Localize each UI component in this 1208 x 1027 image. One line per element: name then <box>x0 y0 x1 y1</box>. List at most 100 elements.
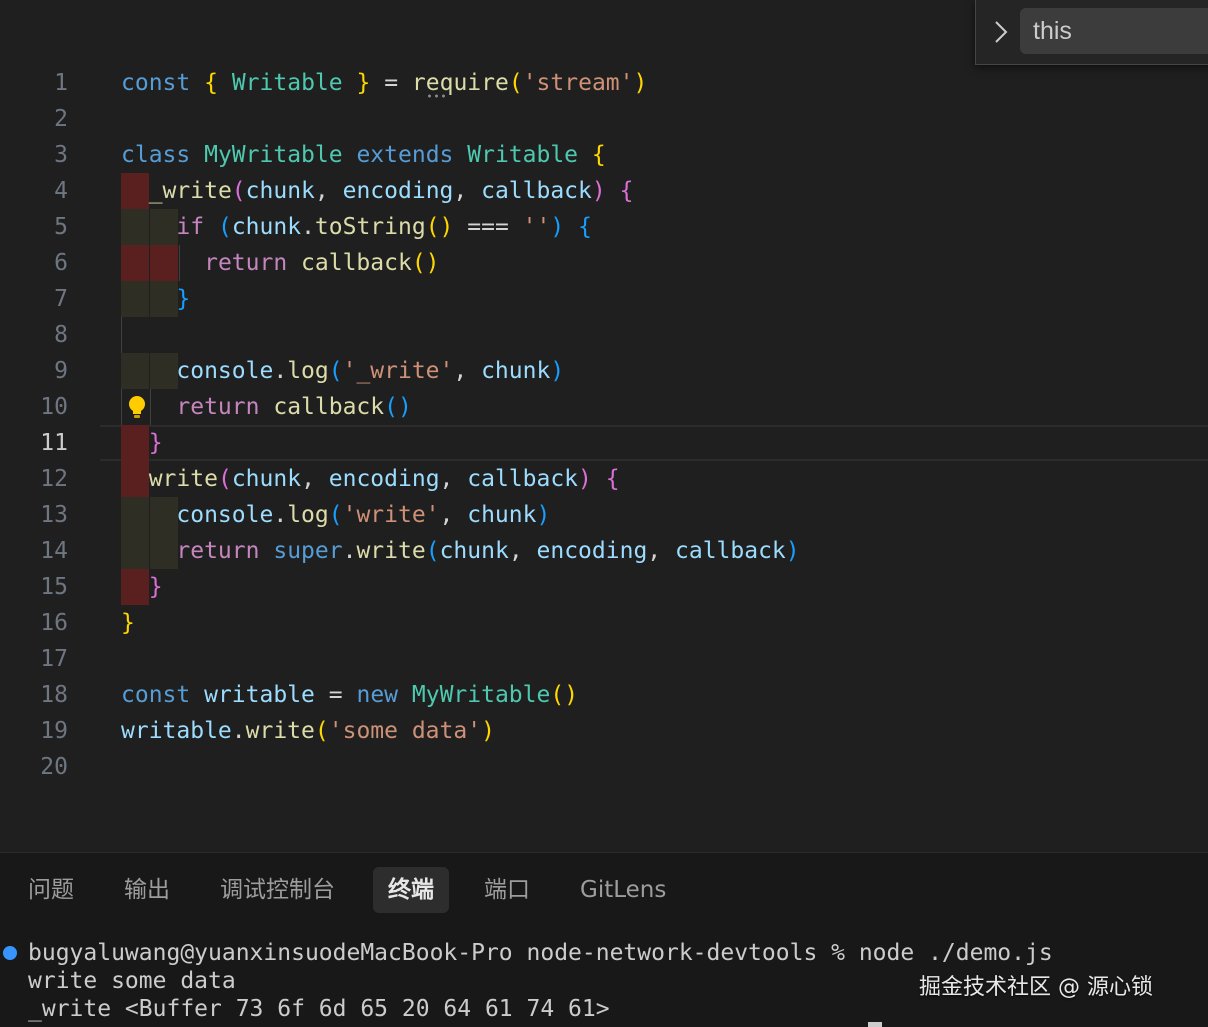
code-token: () <box>550 682 579 708</box>
code-line[interactable]: 12 write(chunk, encoding, callback) { <box>0 461 1208 497</box>
tab-problems[interactable]: 问题 <box>13 867 89 913</box>
code-token: , <box>439 466 468 492</box>
code-token: write <box>245 718 315 744</box>
code-token: console <box>176 358 274 384</box>
code-token: chunk <box>481 358 551 384</box>
code-text[interactable]: const writable = new MyWritable() <box>121 677 578 713</box>
code-token: { <box>591 142 606 168</box>
code-token: console <box>176 502 274 528</box>
find-input[interactable]: this <box>1020 8 1208 54</box>
code-text[interactable]: if (chunk.toString() === '') { <box>121 209 592 245</box>
line-number: 11 <box>40 430 68 456</box>
code-token: ( <box>314 718 329 744</box>
line-number: 9 <box>54 358 68 384</box>
code-text[interactable]: } <box>121 569 163 605</box>
code-text[interactable]: return callback() <box>121 245 439 281</box>
code-token: chunk <box>231 214 302 240</box>
code-line[interactable]: 8 <box>0 317 1208 353</box>
code-line[interactable]: 15 } <box>0 569 1208 605</box>
code-token: if <box>176 214 205 240</box>
code-line[interactable]: 17 <box>0 641 1208 677</box>
line-number: 10 <box>40 394 68 420</box>
tab-output[interactable]: 输出 <box>109 867 185 913</box>
line-number: 20 <box>40 754 68 780</box>
code-text[interactable]: console.log('_write', chunk) <box>121 353 564 389</box>
code-editor[interactable]: 1 const { Writable } = require('stream') 2… <box>0 0 1208 852</box>
tab-ports[interactable]: 端口 <box>469 867 545 913</box>
code-token: super <box>273 538 343 564</box>
code-text[interactable]: writable.write('some data') <box>121 713 495 749</box>
code-text[interactable]: } <box>121 425 163 461</box>
code-token: . <box>301 214 315 240</box>
lightbulb-icon[interactable] <box>124 393 150 421</box>
code-token: } <box>121 610 135 636</box>
code-token: const <box>121 70 191 96</box>
code-line[interactable]: 3 class MyWritable extends Writable { <box>0 137 1208 173</box>
code-text[interactable]: } <box>121 281 190 317</box>
code-token: _write <box>148 178 232 204</box>
hint-squiggle <box>426 94 446 98</box>
code-text[interactable]: class MyWritable extends Writable { <box>121 137 606 173</box>
line-number: 15 <box>40 574 68 600</box>
code-token: { <box>619 178 634 204</box>
line-number: 1 <box>54 70 68 96</box>
terminal-output-line: write some data <box>28 968 236 994</box>
line-number: 19 <box>40 718 68 744</box>
code-token: } <box>148 574 163 600</box>
code-line[interactable]: 11 } <box>0 425 1208 461</box>
terminal-prompt: bugyaluwang@yuanxinsuodeMacBook-Pro node… <box>28 940 1053 966</box>
code-token: ) <box>550 214 565 240</box>
code-line[interactable]: 10 return callback() <box>0 389 1208 425</box>
code-text[interactable]: const { Writable } = require('stream') <box>121 65 647 101</box>
code-token: } <box>356 70 371 96</box>
code-token: callback <box>301 250 412 276</box>
code-token: { <box>578 214 592 240</box>
code-token: { <box>605 466 620 492</box>
code-line[interactable]: 19 writable.write('some data') <box>0 713 1208 749</box>
tab-gitlens[interactable]: GitLens <box>565 867 681 913</box>
code-line[interactable]: 13 console.log('write', chunk) <box>0 497 1208 533</box>
code-line[interactable]: 14 return super.write(chunk, encoding, c… <box>0 533 1208 569</box>
code-line[interactable]: 4 _write(chunk, encoding, callback) { <box>0 173 1208 209</box>
code-token: toString <box>314 214 426 240</box>
chevron-right-icon[interactable] <box>988 16 1014 48</box>
code-token: ( <box>508 70 523 96</box>
code-token: , <box>647 538 675 564</box>
code-token: ( <box>425 538 440 564</box>
code-text[interactable]: console.log('write', chunk) <box>121 497 550 533</box>
code-text[interactable]: } <box>121 605 135 641</box>
code-token: chunk <box>439 538 509 564</box>
code-token: extends <box>356 142 454 168</box>
code-line[interactable]: 18 const writable = new MyWritable() <box>0 677 1208 713</box>
code-text[interactable]: write(chunk, encoding, callback) { <box>121 461 620 497</box>
tab-terminal[interactable]: 终端 <box>373 867 449 913</box>
code-token: = <box>328 682 343 708</box>
code-line[interactable]: 2 <box>0 101 1208 137</box>
find-widget[interactable]: this <box>975 0 1208 65</box>
code-token: ( <box>328 358 343 384</box>
code-text[interactable]: return super.write(chunk, encoding, call… <box>121 533 799 569</box>
code-line[interactable]: 1 const { Writable } = require('stream') <box>0 65 1208 101</box>
code-line[interactable]: 16} <box>0 605 1208 641</box>
code-text[interactable]: return callback() <box>121 389 411 425</box>
line-number: 3 <box>54 142 68 168</box>
code-line[interactable]: 7 } <box>0 281 1208 317</box>
code-token: callback <box>481 178 592 204</box>
code-line[interactable]: 5 if (chunk.toString() === '') { <box>0 209 1208 245</box>
code-line[interactable]: 6 return callback() <box>0 245 1208 281</box>
command-status-dot-icon <box>3 946 17 960</box>
code-token: encoding <box>536 538 648 564</box>
tab-debug-console[interactable]: 调试控制台 <box>205 867 350 913</box>
code-line[interactable]: 20 <box>0 749 1208 785</box>
code-line[interactable]: 9 console.log('_write', chunk) <box>0 353 1208 389</box>
code-token: callback <box>273 394 385 420</box>
code-text[interactable]: _write(chunk, encoding, callback) { <box>121 173 634 209</box>
